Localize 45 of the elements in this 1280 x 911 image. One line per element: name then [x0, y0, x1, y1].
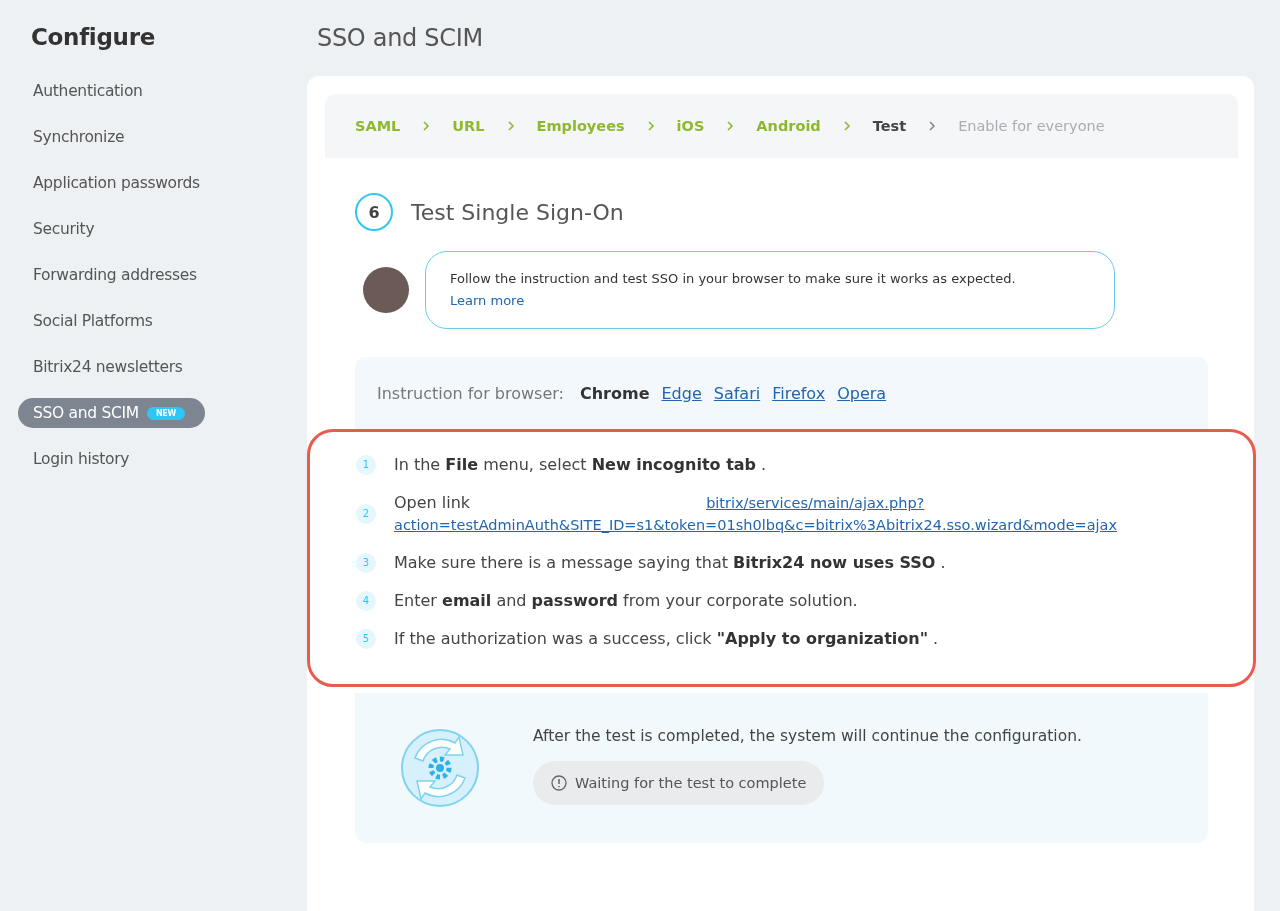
step-number: 3 — [356, 553, 376, 573]
avatar — [363, 267, 409, 313]
browser-tab[interactable]: Safari — [713, 383, 761, 403]
sidebar-item[interactable]: SSO and SCIM NEW — [18, 398, 205, 428]
step-number: 6 — [355, 193, 393, 231]
instruction-text: Make sure there is a message saying that Bitrix24 now uses SSO . — [394, 552, 947, 574]
info-icon — [551, 775, 567, 791]
browser-label: Instruction for browser: — [377, 383, 564, 403]
new-badge: NEW — [146, 406, 185, 420]
step-number: 1 — [356, 455, 376, 475]
waiting-text: Waiting for the test to complete — [575, 775, 807, 791]
chevron-icon — [422, 121, 431, 131]
sidebar-item[interactable]: Social Platforms — [18, 306, 168, 336]
chevron-icon — [928, 121, 937, 131]
chevron-icon — [726, 121, 735, 131]
step-number: 5 — [356, 629, 376, 649]
status-message: After the test is completed, the system will continue the configuration. — [533, 727, 1082, 745]
test-link[interactable]: action=testAdminAuth&SITE_ID=s1&token=01sh0lbq&c=bitrix%3Abitrix24.sso.wizard&mode=ajax — [394, 514, 1223, 536]
instruction-text: In the File menu, select New incognito tab . — [394, 454, 768, 476]
test-link[interactable]: bitrix/services/main/ajax.php? — [706, 492, 925, 514]
step-number: 2 — [356, 504, 376, 524]
chevron-icon — [506, 121, 515, 131]
sidebar-title: Configure — [31, 24, 157, 50]
wizard-step[interactable]: Test — [872, 118, 907, 134]
instruction-text: Open link — [394, 492, 471, 514]
step-title: Test Single Sign-On — [411, 199, 624, 225]
instruction-text: If the authorization was a success, click "Apply to organization" . — [394, 628, 940, 650]
hint-text: Follow the instruction and test SSO in your browser to make sure it works as expected. — [450, 271, 1016, 286]
sidebar-item[interactable]: Login history — [18, 444, 145, 474]
sidebar-item[interactable]: Security — [18, 214, 110, 244]
sidebar-item[interactable]: Authentication — [18, 76, 158, 106]
sidebar-item[interactable]: Application passwords — [18, 168, 215, 198]
chevron-icon — [646, 121, 655, 131]
page-title: SSO and SCIM — [317, 24, 484, 52]
browser-tab[interactable]: Opera — [837, 383, 887, 403]
sidebar-item[interactable]: Synchronize — [18, 122, 140, 152]
sidebar-item[interactable]: Bitrix24 newsletters — [18, 352, 198, 382]
sidebar-item[interactable]: Forwarding addresses — [18, 260, 212, 290]
browser-tab[interactable]: Firefox — [772, 383, 826, 403]
learn-more-link[interactable]: Learn more — [450, 293, 525, 308]
browser-tab[interactable]: Chrome — [579, 383, 650, 403]
step-number: 4 — [356, 591, 376, 611]
instruction-text: Enter email and password from your corporate solution. — [394, 590, 859, 612]
browser-tab[interactable]: Edge — [661, 383, 702, 403]
chevron-icon — [842, 121, 851, 131]
